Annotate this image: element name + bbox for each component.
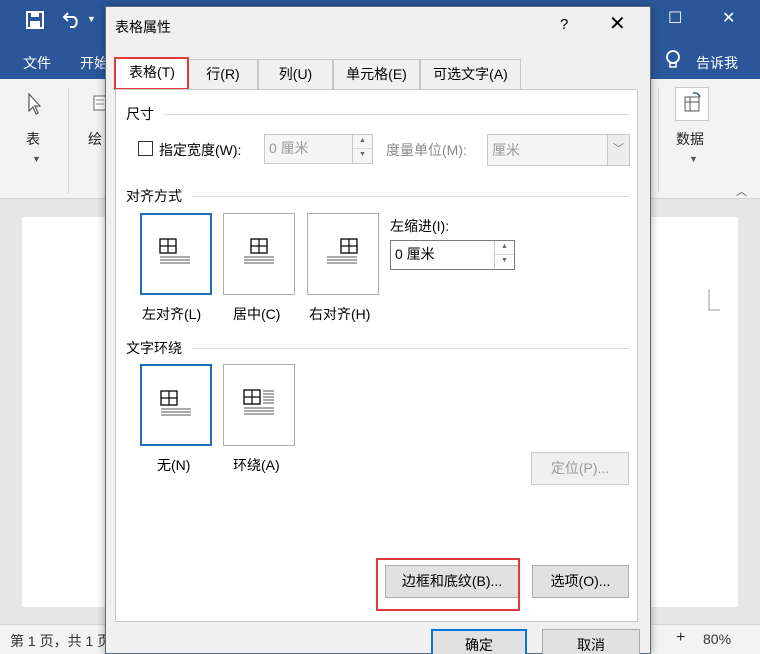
wrap-none-label[interactable]: 无(N) xyxy=(157,455,190,475)
options-button[interactable]: 选项(O)... xyxy=(532,565,629,598)
align-right-option[interactable] xyxy=(307,213,379,295)
margin-corner-mark xyxy=(708,289,720,311)
wrap-none-icon xyxy=(160,390,191,416)
select-cursor-icon[interactable] xyxy=(27,92,42,118)
measure-dropdown[interactable]: 厘米 ﹀ xyxy=(487,134,630,166)
ribbon-separator xyxy=(68,88,69,193)
align-left-option[interactable] xyxy=(140,213,212,295)
indent-label: 左缩进(I): xyxy=(390,218,450,234)
preferred-width-checkbox[interactable] xyxy=(138,141,153,156)
tab-highlight-box xyxy=(114,57,189,90)
close-dialog-button[interactable]: ✕ xyxy=(609,11,626,36)
data-dropdown-icon[interactable]: ▼ xyxy=(689,154,698,164)
wrap-around-icon xyxy=(243,389,274,415)
help-button[interactable]: ? xyxy=(560,16,568,33)
align-right-label[interactable]: 右对齐(H) xyxy=(309,304,370,324)
tell-me-search[interactable]: 告诉我 xyxy=(696,53,738,73)
tab-cell[interactable]: 单元格(E) xyxy=(333,59,420,89)
undo-icon[interactable] xyxy=(62,9,84,34)
undo-dropdown-icon[interactable]: ▼ xyxy=(87,14,96,24)
indent-spinner[interactable]: 0 厘米 ▲ ▼ xyxy=(390,240,515,270)
align-left-label[interactable]: 左对齐(L) xyxy=(142,304,201,324)
width-spin-buttons[interactable]: ▲ ▼ xyxy=(352,135,372,163)
align-center-label[interactable]: 居中(C) xyxy=(233,304,280,324)
ribbon-table-label[interactable]: 表 xyxy=(26,129,40,149)
collapse-ribbon-icon[interactable]: ︿ xyxy=(736,183,747,199)
wrap-around-label[interactable]: 环绕(A) xyxy=(233,455,280,475)
close-window-icon[interactable]: ✕ xyxy=(722,8,735,28)
ribbon-data-label[interactable]: 数据 xyxy=(676,129,704,149)
preferred-width-label: 指定宽度(W): xyxy=(159,142,242,158)
cancel-button[interactable]: 取消 xyxy=(542,629,640,654)
alignment-heading: 对齐方式 xyxy=(126,188,182,204)
size-heading: 尺寸 xyxy=(126,106,154,122)
measure-value: 厘米 xyxy=(492,142,520,158)
tab-column[interactable]: 列(U) xyxy=(258,59,333,89)
align-left-icon xyxy=(159,238,190,264)
zoom-level[interactable]: 80% xyxy=(703,631,731,647)
align-center-icon xyxy=(244,238,274,264)
table-properties-dialog: 表格属性 ? ✕ 表格(T) 行(R) 列(U) 单元格(E) 可选文字(A) … xyxy=(105,6,651,654)
width-value: 0 厘米 xyxy=(269,140,309,156)
tab-home[interactable]: 开始 xyxy=(80,53,108,73)
tab-alt-text[interactable]: 可选文字(A) xyxy=(420,59,521,89)
ribbon-draw-label[interactable]: 绘 xyxy=(88,129,102,149)
lightbulb-icon[interactable] xyxy=(664,50,682,73)
align-center-option[interactable] xyxy=(223,213,295,295)
positioning-button[interactable]: 定位(P)... xyxy=(531,452,629,485)
wrap-none-option[interactable] xyxy=(140,364,212,446)
section-divider xyxy=(164,114,629,115)
indent-spin-buttons[interactable]: ▲ ▼ xyxy=(494,241,514,269)
indent-value: 0 厘米 xyxy=(395,246,435,262)
tab-file[interactable]: 文件 xyxy=(23,53,51,73)
section-divider xyxy=(192,348,629,349)
chevron-down-icon[interactable]: ﹀ xyxy=(607,135,629,165)
ribbon-separator xyxy=(658,88,659,193)
wrapping-heading: 文字环绕 xyxy=(126,340,182,356)
page-count-status[interactable]: 第 1 页，共 1 页 xyxy=(10,631,111,651)
width-spinner[interactable]: 0 厘米 ▲ ▼ xyxy=(264,134,373,164)
measure-label: 度量单位(M): xyxy=(386,142,467,158)
align-right-icon xyxy=(327,238,358,264)
borders-highlight-box xyxy=(376,558,520,611)
save-icon[interactable] xyxy=(26,11,44,34)
dialog-title: 表格属性 xyxy=(115,19,171,35)
restore-icon[interactable]: ☐ xyxy=(668,8,682,28)
tab-row[interactable]: 行(R) xyxy=(188,59,258,89)
wrap-around-option[interactable] xyxy=(223,364,295,446)
section-divider xyxy=(192,196,629,197)
data-icon[interactable] xyxy=(675,87,709,121)
tab-panel-table: 尺寸 指定宽度(W): 0 厘米 ▲▼ 度量单位(M): 厘米 ﹀ 对齐方式 xyxy=(115,89,638,622)
zoom-in-button[interactable]: + xyxy=(676,629,685,647)
table-dropdown-icon[interactable]: ▼ xyxy=(32,154,41,164)
ok-button[interactable]: 确定 xyxy=(431,629,527,654)
